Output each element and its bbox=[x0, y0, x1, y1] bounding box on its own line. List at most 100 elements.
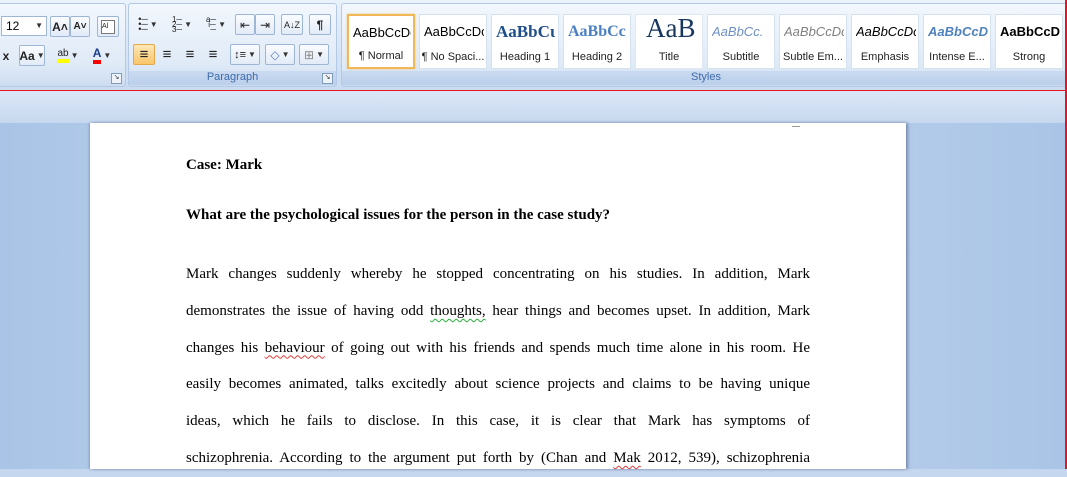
align-left-button[interactable]: ≡ bbox=[133, 44, 155, 65]
numbering-icon: 1─ 2─ 3─ bbox=[171, 15, 183, 34]
ribbon: 12 ▼ A˄ A˅ Aⅼ x Aa ▼ ab ▼ A ▼ ↘ •─ •─ •─… bbox=[0, 0, 1067, 91]
align-right-button[interactable]: ≡ bbox=[179, 44, 201, 65]
style-name: Intense E... bbox=[929, 51, 985, 63]
body-paragraph: Mark changes suddenly whereby he stopped… bbox=[186, 256, 810, 477]
chevron-down-icon: ▼ bbox=[248, 50, 256, 59]
style-sample: AaBbCcDc bbox=[784, 24, 844, 39]
subscript-icon: x bbox=[2, 48, 10, 63]
numbering-button[interactable]: 1─ 2─ 3─ ▼ bbox=[167, 14, 197, 35]
shading-button[interactable]: ◇ ▼ bbox=[265, 44, 295, 65]
show-formatting-marks-button[interactable]: ¶ bbox=[309, 14, 331, 35]
style-sample: AaBbCcDc bbox=[424, 24, 484, 39]
font-size-box[interactable]: 12 ▼ bbox=[1, 16, 47, 36]
decrease-indent-button[interactable]: ⇤ bbox=[235, 14, 255, 35]
text-run: ideas, which he fails to disclose. In th… bbox=[186, 413, 810, 430]
line-spacing-button[interactable]: ↕≡ ▼ bbox=[230, 44, 260, 65]
style-sample: AaB bbox=[646, 14, 696, 43]
spelling-flagged-word[interactable]: Mak bbox=[613, 450, 641, 466]
style-name: Heading 1 bbox=[499, 51, 551, 63]
style-name: Strong bbox=[1012, 51, 1046, 63]
decrease-indent-icon: ⇤ bbox=[239, 17, 251, 32]
text-run: easily becomes animated, talks excitedly… bbox=[186, 376, 810, 393]
center-button[interactable]: ≡ bbox=[156, 44, 178, 65]
style-name: Title bbox=[658, 51, 680, 63]
font-size-value: 12 bbox=[6, 19, 20, 33]
subscript-button[interactable]: x bbox=[0, 45, 15, 66]
chevron-down-icon: ▼ bbox=[103, 51, 112, 60]
text-line: demonstrates the issue of having odd tho… bbox=[186, 293, 810, 330]
styles-group: AaBbCcDc ¶ Normal AaBbCcDc ¶ No Spaci...… bbox=[341, 3, 1067, 87]
font-dialog-launcher-icon[interactable]: ↘ bbox=[111, 73, 122, 84]
bullets-icon: •─ •─ •─ bbox=[138, 14, 148, 34]
style-sample: AaBbCc. bbox=[712, 24, 764, 39]
style-sample: AaBbCc bbox=[568, 23, 626, 40]
paragraph-dialog-launcher-icon[interactable]: ↘ bbox=[322, 73, 333, 84]
justify-button[interactable]: ≡ bbox=[202, 44, 224, 65]
chevron-down-icon: ▼ bbox=[70, 51, 79, 60]
pilcrow-icon: ¶ bbox=[316, 17, 324, 32]
style-heading-2[interactable]: AaBbCc Heading 2 bbox=[563, 14, 631, 69]
font-group: 12 ▼ A˄ A˅ Aⅼ x Aa ▼ ab ▼ A ▼ ↘ bbox=[0, 3, 126, 87]
spelling-flagged-word[interactable]: behaviour bbox=[265, 340, 325, 356]
chevron-down-icon: ▼ bbox=[316, 50, 324, 59]
chevron-down-icon: ▼ bbox=[281, 50, 290, 59]
style-strong[interactable]: AaBbCcDc Strong bbox=[995, 14, 1063, 69]
justify-icon: ≡ bbox=[208, 46, 218, 63]
bullets-button[interactable]: •─ •─ •─ ▼ bbox=[133, 14, 163, 35]
borders-button[interactable]: ⊞ ▼ bbox=[299, 44, 329, 65]
question-heading: What are the psychological issues for th… bbox=[186, 207, 611, 223]
clear-formatting-button[interactable]: Aⅼ bbox=[97, 16, 119, 37]
grow-font-icon: A˄ bbox=[52, 19, 68, 34]
multilevel-list-icon: a─ i─ ─ bbox=[205, 15, 217, 34]
shrink-font-button[interactable]: A˅ bbox=[70, 16, 90, 37]
chevron-down-icon[interactable]: ▼ bbox=[35, 21, 43, 30]
chevron-down-icon: ▼ bbox=[149, 20, 158, 29]
highlighter-icon: ab bbox=[57, 48, 69, 63]
style-name: Subtle Em... bbox=[783, 51, 843, 63]
change-case-button[interactable]: Aa ▼ bbox=[19, 45, 45, 66]
style-no-spacing[interactable]: AaBbCcDc ¶ No Spaci... bbox=[419, 14, 487, 69]
style-subtitle[interactable]: AaBbCc. Subtitle bbox=[707, 14, 775, 69]
text-run: 2012, 539), schizophrenia bbox=[640, 449, 810, 466]
font-color-icon: A bbox=[92, 47, 102, 64]
style-name: Subtitle bbox=[722, 51, 760, 63]
sort-button[interactable]: A↓Z bbox=[281, 14, 303, 35]
style-name: Heading 2 bbox=[571, 51, 623, 63]
text-line: changes his behaviour of going out with … bbox=[186, 330, 810, 367]
clear-formatting-icon: Aⅼ bbox=[101, 19, 115, 34]
chevron-down-icon: ▼ bbox=[36, 51, 45, 60]
text-line: easily becomes animated, talks excitedly… bbox=[186, 366, 810, 403]
page-corner-mark bbox=[792, 123, 800, 127]
style-subtle-emphasis[interactable]: AaBbCcDc Subtle Em... bbox=[779, 14, 847, 69]
grammar-flagged-word[interactable]: thoughts, bbox=[430, 303, 485, 319]
style-name: ¶ No Spaci... bbox=[421, 51, 485, 63]
text-line: schizophrenia. According to the argument… bbox=[186, 440, 810, 477]
style-sample: AaBbCcDc bbox=[856, 24, 916, 39]
style-intense-emphasis[interactable]: AaBbCcDc Intense E... bbox=[923, 14, 991, 69]
highlight-button[interactable]: ab ▼ bbox=[53, 45, 83, 66]
style-sample: AaBbCcDc bbox=[353, 25, 411, 40]
style-sample: AaBbCɩ bbox=[496, 22, 556, 41]
style-normal[interactable]: AaBbCcDc ¶ Normal bbox=[347, 14, 415, 69]
borders-icon: ⊞ bbox=[304, 47, 315, 62]
document-page[interactable]: Case: Mark What are the psychological is… bbox=[90, 123, 906, 469]
ruler-band bbox=[0, 91, 1067, 123]
change-case-icon: Aa bbox=[19, 48, 35, 63]
document-body[interactable]: Case: Mark What are the psychological is… bbox=[186, 157, 810, 477]
style-name: Emphasis bbox=[860, 51, 910, 63]
text-line: ideas, which he fails to disclose. In th… bbox=[186, 403, 810, 440]
style-sample: AaBbCcDc bbox=[928, 24, 988, 39]
text-run: demonstrates the issue of having odd bbox=[186, 302, 431, 319]
text-line: Mark changes suddenly whereby he stopped… bbox=[186, 256, 810, 293]
style-emphasis[interactable]: AaBbCcDc Emphasis bbox=[851, 14, 919, 69]
grow-font-button[interactable]: A˄ bbox=[50, 16, 70, 37]
text-run: schizophrenia. According to the argument… bbox=[186, 449, 614, 466]
line-spacing-icon: ↕≡ bbox=[234, 48, 246, 61]
style-heading-1[interactable]: AaBbCɩ Heading 1 bbox=[491, 14, 559, 69]
style-title[interactable]: AaB Title bbox=[635, 14, 703, 69]
styles-group-label: Styles bbox=[342, 71, 1067, 85]
font-color-button[interactable]: A ▼ bbox=[87, 45, 117, 66]
increase-indent-button[interactable]: ⇥ bbox=[255, 14, 275, 35]
paragraph-group: •─ •─ •─ ▼ 1─ 2─ 3─ ▼ a─ i─ ─ ▼ ⇤ ⇥ A↓Z ¶ ≡ … bbox=[128, 3, 337, 87]
multilevel-list-button[interactable]: a─ i─ ─ ▼ bbox=[201, 14, 231, 35]
